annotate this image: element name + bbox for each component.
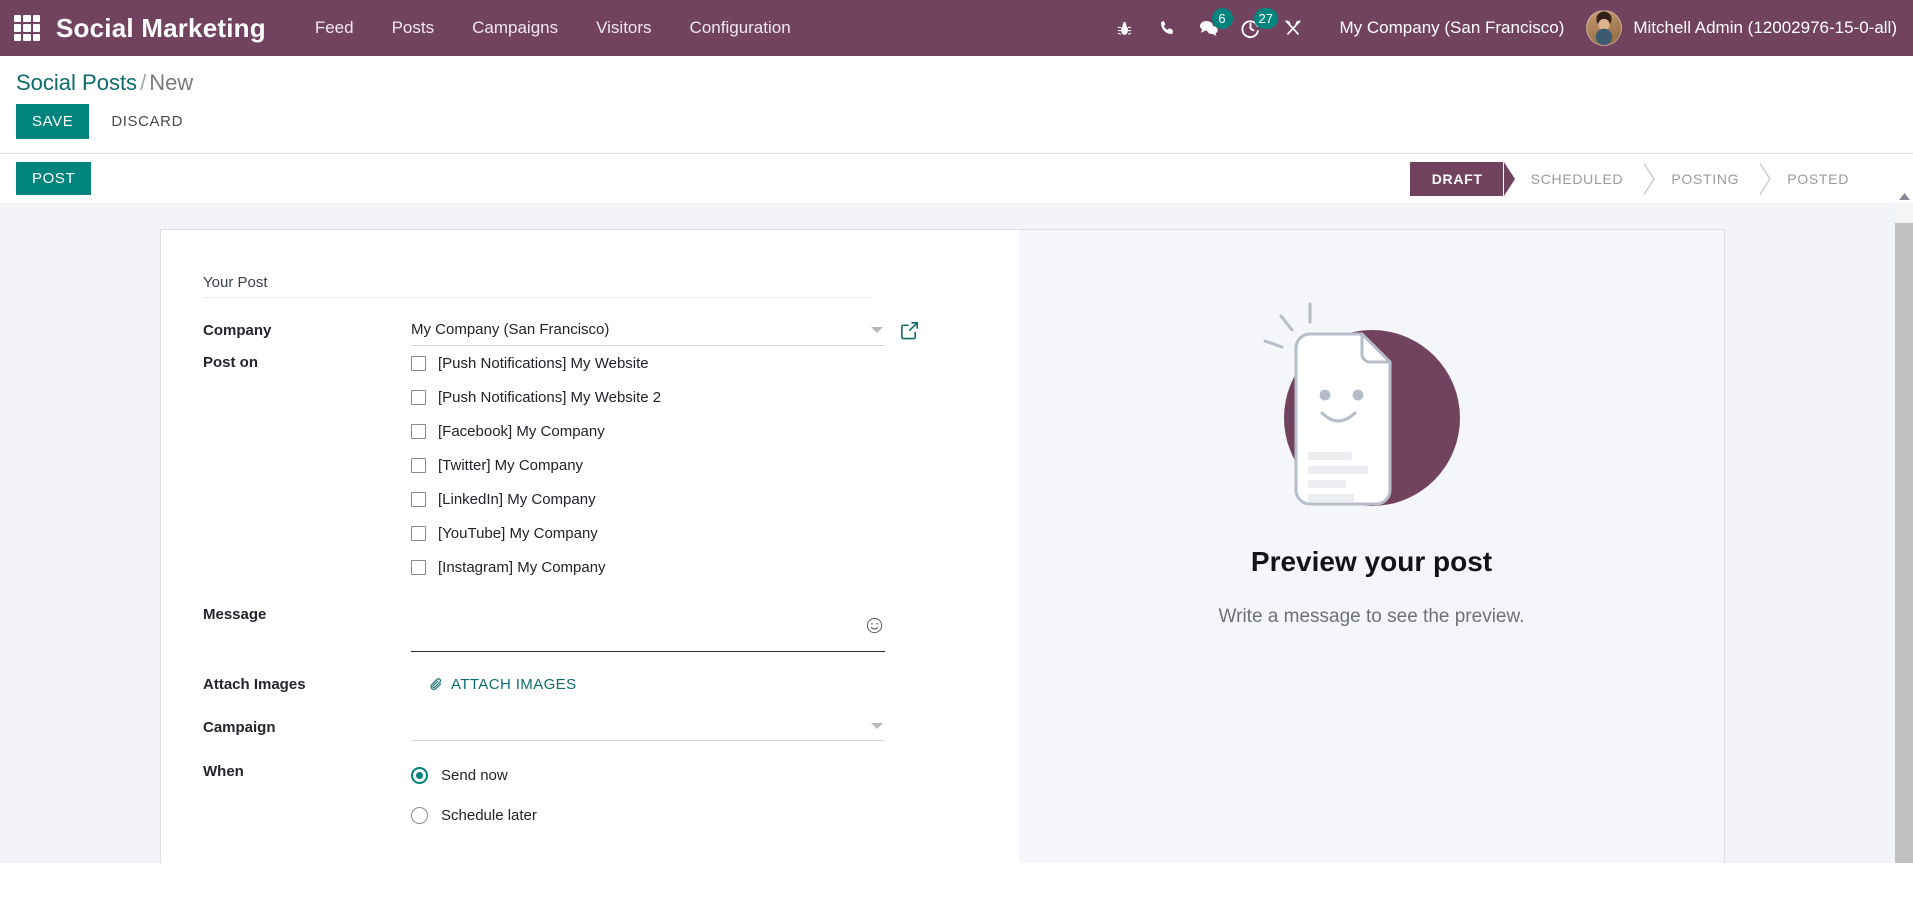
checkbox-label[interactable]: [YouTube] My Company — [438, 525, 598, 542]
phone-icon[interactable] — [1146, 0, 1188, 56]
stage-scheduled[interactable]: SCHEDULED — [1505, 162, 1644, 196]
label-message: Message — [203, 598, 411, 623]
attach-images-label: ATTACH IMAGES — [451, 676, 577, 693]
checkbox-linkedin-my-company[interactable] — [411, 492, 426, 507]
radio-label[interactable]: Send now — [441, 767, 508, 784]
field-row-post-on: Post on [Push Notifications] My Website … — [203, 346, 981, 584]
checkbox-row-push-notifications-my-website[interactable]: [Push Notifications] My Website — [411, 346, 885, 380]
breadcrumb-root[interactable]: Social Posts — [16, 70, 137, 95]
chevron-down-icon[interactable] — [871, 327, 883, 333]
preview-title: Preview your post — [1251, 546, 1492, 578]
checkbox-row-push-notifications-my-website-2[interactable]: [Push Notifications] My Website 2 — [411, 380, 885, 414]
statusbar-row: POST DRAFT SCHEDULED POSTING POSTED — [0, 153, 1913, 203]
external-link-icon[interactable] — [899, 314, 920, 341]
statusbar: DRAFT SCHEDULED POSTING POSTED — [1410, 162, 1869, 196]
post-preview-pane: Preview your post Write a message to see… — [1019, 230, 1724, 863]
checkbox-row-twitter-my-company[interactable]: [Twitter] My Company — [411, 448, 885, 482]
radio-label[interactable]: Schedule later — [441, 807, 537, 824]
user-menu[interactable]: Mitchell Admin (12002976-15-0-all) — [1580, 10, 1897, 46]
checkbox-label[interactable]: [LinkedIn] My Company — [438, 491, 596, 508]
vertical-scrollbar[interactable] — [1895, 203, 1913, 863]
scroll-up-arrow-top[interactable] — [1895, 154, 1913, 204]
field-row-message: Message — [203, 598, 981, 652]
nav-item-configuration[interactable]: Configuration — [671, 0, 810, 56]
preview-subtitle: Write a message to see the preview. — [1219, 606, 1525, 628]
checkbox-label[interactable]: [Instagram] My Company — [438, 559, 606, 576]
checkbox-row-instagram-my-company[interactable]: [Instagram] My Company — [411, 550, 885, 584]
user-name: Mitchell Admin (12002976-15-0-all) — [1633, 18, 1897, 38]
label-campaign: Campaign — [203, 711, 411, 736]
company-select[interactable]: My Company (San Francisco) — [411, 314, 885, 346]
main-content-area: Your Post Company My Company (San Franci… — [0, 203, 1913, 863]
checkbox-row-youtube-my-company[interactable]: [YouTube] My Company — [411, 516, 885, 550]
message-field[interactable] — [411, 598, 885, 652]
breadcrumb-current: New — [149, 70, 193, 95]
radio-row-send-now[interactable]: Send now — [411, 755, 885, 795]
nav-item-feed[interactable]: Feed — [296, 0, 373, 56]
scrollbar-thumb[interactable] — [1895, 223, 1913, 863]
checkbox-label[interactable]: [Twitter] My Company — [438, 457, 583, 474]
paperclip-icon — [429, 677, 444, 692]
breadcrumb: Social Posts/New — [0, 70, 1913, 104]
record-sheet: Your Post Company My Company (San Franci… — [160, 229, 1725, 863]
checkbox-row-facebook-my-company[interactable]: [Facebook] My Company — [411, 414, 885, 448]
emoji-icon[interactable] — [866, 617, 883, 639]
checkbox-youtube-my-company[interactable] — [411, 526, 426, 541]
when-radio-group: Send now Schedule later — [411, 755, 885, 835]
avatar — [1586, 10, 1622, 46]
navbar-right-tools: 6 27 My Company (San Francisco) Mitchell… — [1104, 0, 1913, 56]
label-attach-images: Attach Images — [203, 668, 411, 693]
chevron-down-icon[interactable] — [871, 723, 883, 729]
record-action-buttons: SAVE DISCARD — [0, 104, 1913, 153]
messages-icon[interactable]: 6 — [1188, 0, 1230, 56]
top-navbar: Social Marketing Feed Posts Campaigns Vi… — [0, 0, 1913, 56]
checkbox-push-notifications-my-website[interactable] — [411, 356, 426, 371]
field-row-company: Company My Company (San Francisco) — [203, 314, 981, 346]
form-group-title: Your Post — [203, 274, 873, 298]
field-row-attach-images: Attach Images ATTACH IMAGES — [203, 668, 981, 701]
message-input[interactable] — [411, 598, 885, 651]
document-smiley-illustration — [1212, 300, 1532, 530]
field-row-campaign: Campaign — [203, 711, 981, 741]
checkbox-label[interactable]: [Push Notifications] My Website 2 — [438, 389, 661, 406]
company-switcher[interactable]: My Company (San Francisco) — [1314, 18, 1581, 38]
radio-row-schedule-later[interactable]: Schedule later — [411, 795, 885, 835]
post-button[interactable]: POST — [16, 162, 91, 195]
radio-schedule-later[interactable] — [411, 807, 428, 824]
checkbox-facebook-my-company[interactable] — [411, 424, 426, 439]
activities-clock-icon[interactable]: 27 — [1230, 0, 1272, 56]
company-value: My Company (San Francisco) — [411, 321, 871, 338]
campaign-select[interactable] — [411, 711, 885, 741]
breadcrumb-separator: / — [137, 70, 149, 95]
checkbox-row-linkedin-my-company[interactable]: [LinkedIn] My Company — [411, 482, 885, 516]
checkbox-twitter-my-company[interactable] — [411, 458, 426, 473]
checkbox-instagram-my-company[interactable] — [411, 560, 426, 575]
apps-grid-icon[interactable] — [14, 15, 40, 41]
nav-item-campaigns[interactable]: Campaigns — [453, 0, 577, 56]
app-title[interactable]: Social Marketing — [56, 13, 266, 44]
checkbox-push-notifications-my-website-2[interactable] — [411, 390, 426, 405]
stage-posting[interactable]: POSTING — [1645, 162, 1759, 196]
field-row-when: When Send now Schedule later — [203, 755, 981, 835]
checkbox-label[interactable]: [Facebook] My Company — [438, 423, 605, 440]
stage-draft[interactable]: DRAFT — [1410, 162, 1503, 196]
nav-item-visitors[interactable]: Visitors — [577, 0, 670, 56]
nav-item-posts[interactable]: Posts — [373, 0, 454, 56]
post-form-pane: Your Post Company My Company (San Franci… — [161, 230, 1019, 863]
control-panel: Social Posts/New SAVE DISCARD — [0, 56, 1913, 153]
label-post-on: Post on — [203, 346, 411, 371]
checkbox-label[interactable]: [Push Notifications] My Website — [438, 355, 649, 372]
bug-icon[interactable] — [1104, 0, 1146, 56]
save-button[interactable]: SAVE — [16, 104, 89, 139]
label-company: Company — [203, 314, 411, 339]
post-on-checkbox-list: [Push Notifications] My Website [Push No… — [411, 346, 885, 584]
attach-images-button[interactable]: ATTACH IMAGES — [411, 668, 577, 701]
tools-icon[interactable] — [1272, 0, 1314, 56]
discard-button[interactable]: DISCARD — [95, 104, 199, 139]
label-when: When — [203, 755, 411, 780]
stage-posted[interactable]: POSTED — [1761, 162, 1869, 196]
radio-send-now[interactable] — [411, 767, 428, 784]
